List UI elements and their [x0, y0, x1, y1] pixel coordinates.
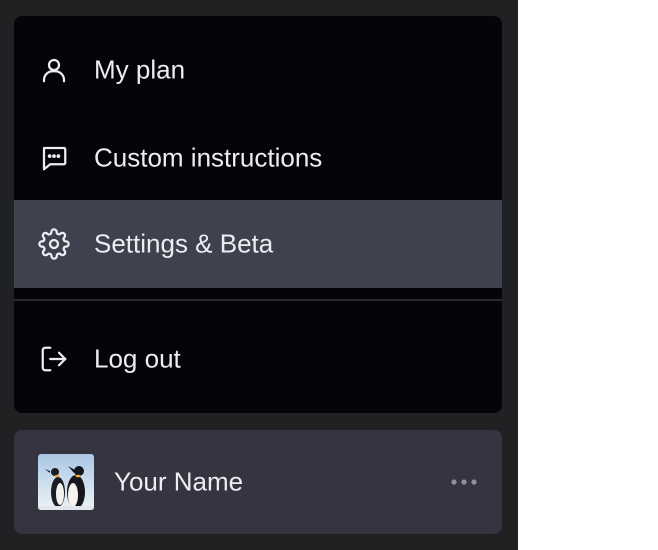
gear-icon — [38, 228, 70, 260]
profile-button[interactable]: Your Name — [14, 430, 502, 534]
menu-item-label: Settings & Beta — [94, 228, 274, 259]
menu-item-label: My plan — [94, 54, 186, 85]
more-horizontal-icon[interactable] — [448, 470, 480, 494]
user-menu: My plan Custom instructions Settings & B… — [14, 16, 502, 413]
menu-item-custom-instructions[interactable]: Custom instructions — [14, 114, 502, 202]
user-icon — [38, 54, 70, 86]
avatar — [38, 454, 94, 510]
profile-name: Your Name — [114, 466, 244, 497]
menu-item-log-out[interactable]: Log out — [14, 315, 502, 403]
menu-divider — [14, 299, 502, 301]
menu-item-settings[interactable]: Settings & Beta — [14, 200, 502, 288]
logout-icon — [38, 343, 70, 375]
menu-item-label: Log out — [94, 343, 181, 374]
menu-item-label: Custom instructions — [94, 142, 323, 173]
chat-bubble-icon — [38, 142, 70, 174]
menu-item-my-plan[interactable]: My plan — [14, 26, 502, 114]
sidebar: My plan Custom instructions Settings & B… — [0, 0, 518, 550]
